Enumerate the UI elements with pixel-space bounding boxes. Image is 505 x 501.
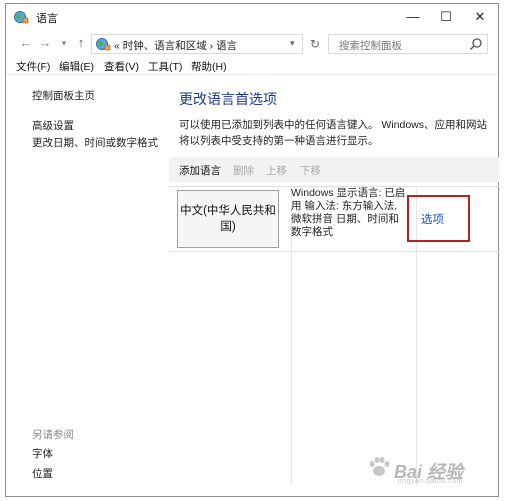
page-description: 可以使用已添加到列表中的任何语言键入。 Windows、应用和网站将以列表中受支…	[179, 119, 488, 147]
sidebar-link-fonts[interactable]: 字体	[32, 446, 53, 461]
refresh-button[interactable]: ↻	[307, 36, 323, 52]
page-title: 更改语言首选项	[179, 91, 277, 107]
language-details: Windows 显示语言: 已启用 输入法: 东方输入法, 微软拼音 日期、时间…	[291, 187, 406, 238]
control-panel-globe-icon	[14, 11, 29, 24]
control-panel-globe-icon	[96, 38, 111, 51]
search-icon[interactable]	[469, 37, 483, 51]
main-content: 更改语言首选项 可以使用已添加到列表中的任何语言键入。 Windows、应用和网…	[169, 76, 499, 496]
address-path: « 时钟、语言和区域 › 语言	[114, 40, 238, 52]
address-dropdown-icon[interactable]: ▾	[290, 38, 295, 49]
minimize-button[interactable]: —	[398, 7, 428, 27]
language-tile[interactable]: 中文(中华人民共和国)	[177, 190, 279, 248]
move-down-button[interactable]: 下移	[300, 163, 321, 178]
remove-language-button[interactable]: 删除	[233, 163, 254, 178]
language-toolbar: 添加语言 删除 上移 下移	[169, 157, 499, 182]
baidu-jingyan-watermark: Bai 经验 jingyan.baidu.com	[366, 452, 486, 486]
red-highlight-box	[407, 195, 470, 242]
up-button[interactable]: ↑	[73, 35, 89, 51]
sidebar-link-advanced-settings[interactable]: 高级设置	[32, 118, 74, 133]
sidebar: 控制面板主页 高级设置 更改日期、时间或数字格式 另请参阅 字体 位置	[6, 76, 169, 496]
watermark-url: jingyan.baidu.com	[398, 478, 463, 485]
menu-view[interactable]: 查看(V)	[104, 59, 139, 74]
menu-file[interactable]: 文件(F)	[16, 59, 50, 74]
close-button[interactable]: ✕	[465, 7, 495, 27]
language-name: 中文(中华人民共和国)	[180, 205, 276, 233]
back-button[interactable]: ←	[18, 35, 34, 51]
window-title: 语言	[36, 13, 58, 25]
see-also-heading: 另请参阅	[32, 429, 74, 441]
recent-locations-dropdown[interactable]: ▾	[56, 35, 72, 51]
menu-edit[interactable]: 编辑(E)	[59, 59, 94, 74]
sidebar-link-location[interactable]: 位置	[32, 466, 53, 481]
menu-bar: 文件(F) 编辑(E) 查看(V) 工具(T) 帮助(H)	[6, 57, 498, 75]
search-placeholder: 搜索控制面板	[339, 40, 402, 52]
forward-button[interactable]: →	[37, 35, 53, 51]
menu-help[interactable]: 帮助(H)	[191, 59, 227, 74]
language-window: 语言 — ☐ ✕ ← → ▾ ↑ « 时钟、语言和区域 › 语言 ▾ ↻ 搜索控…	[5, 3, 499, 497]
language-list-item[interactable]: 中文(中华人民共和国) Windows 显示语言: 已启用 输入法: 东方输入法…	[169, 186, 499, 252]
move-up-button[interactable]: 上移	[266, 163, 287, 178]
maximize-button[interactable]: ☐	[431, 7, 461, 27]
title-bar: 语言 — ☐ ✕	[6, 4, 498, 30]
address-field[interactable]: « 时钟、语言和区域 › 语言 ▾	[91, 34, 303, 54]
address-toolbar: ← → ▾ ↑ « 时钟、语言和区域 › 语言 ▾ ↻ 搜索控制面板	[6, 32, 498, 56]
menu-tools[interactable]: 工具(T)	[148, 59, 182, 74]
add-language-button[interactable]: 添加语言	[179, 163, 221, 178]
baidu-paw-logo	[369, 457, 390, 476]
sidebar-link-control-panel-home[interactable]: 控制面板主页	[32, 88, 95, 103]
search-input[interactable]: 搜索控制面板	[328, 34, 488, 54]
sidebar-link-change-date-time-format[interactable]: 更改日期、时间或数字格式	[32, 135, 158, 150]
